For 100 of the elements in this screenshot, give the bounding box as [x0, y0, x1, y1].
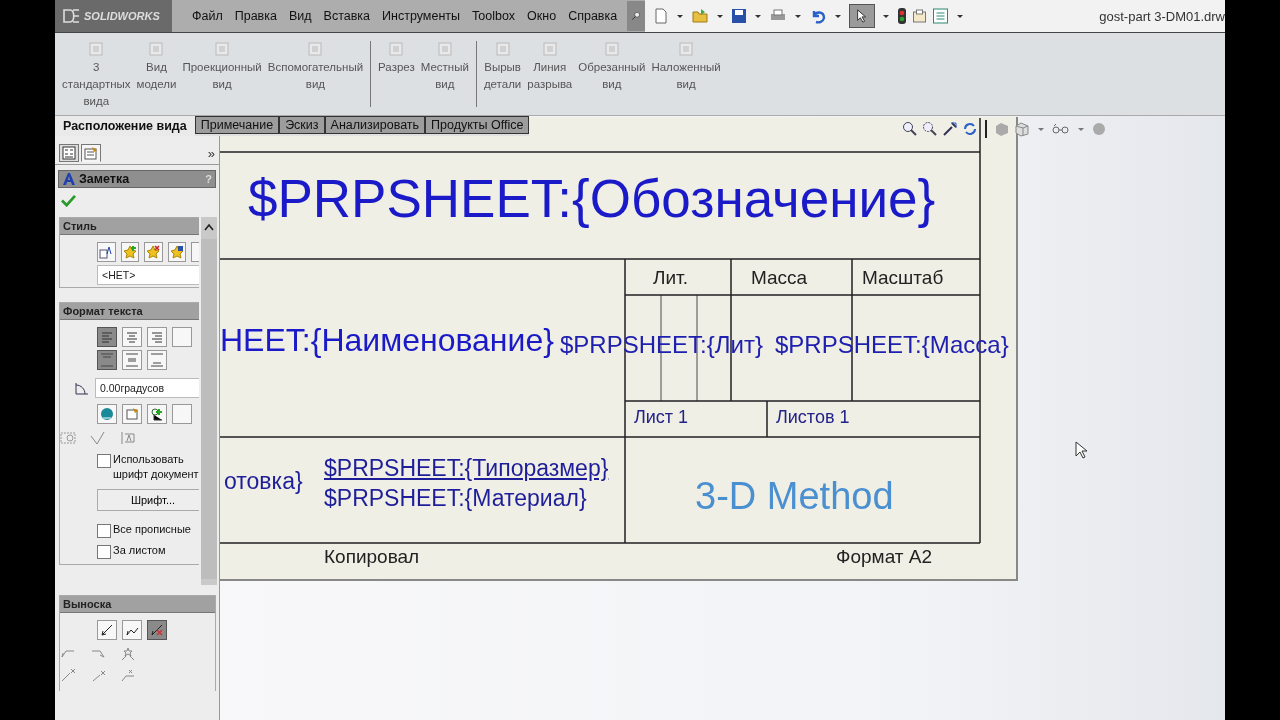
menu-item[interactable]: Вставка [317, 9, 377, 23]
collapse-button[interactable]: » [207, 145, 215, 161]
ribbon-command[interactable]: 3 стандартных вида [59, 41, 134, 110]
glasses-icon[interactable] [1052, 123, 1070, 135]
tab[interactable]: Эскиз [279, 116, 325, 134]
traffic-light-icon[interactable] [897, 7, 907, 25]
select-button[interactable] [849, 4, 875, 28]
size-text[interactable]: $PRPSHEET:{Типоразмер} [324, 457, 609, 480]
title-block-header: Масса [751, 268, 808, 287]
add-style-button[interactable] [120, 242, 140, 262]
dropdown-caret-icon[interactable] [717, 14, 723, 18]
menu-item[interactable]: Правка [228, 9, 283, 23]
ribbon-command[interactable]: Вспомогательный вид [264, 41, 367, 93]
tab[interactable]: Продукты Office [425, 116, 530, 134]
ribbon-command[interactable]: Линия разрыва [524, 41, 576, 93]
ribbon-command[interactable]: Вырыв детали [480, 41, 525, 93]
save-icon[interactable] [731, 8, 747, 24]
ok-check-icon[interactable] [61, 194, 76, 207]
new-document-icon[interactable] [653, 8, 669, 24]
hyperlink-button[interactable] [97, 404, 117, 424]
view-icon [494, 41, 511, 57]
frame-icon[interactable] [60, 431, 76, 445]
delete-style-button[interactable] [144, 242, 163, 262]
list-icon[interactable] [932, 8, 949, 24]
options-icon[interactable] [911, 8, 928, 24]
checkbox[interactable] [97, 545, 111, 559]
dropdown-caret-icon[interactable] [677, 14, 683, 18]
save-style-button[interactable] [167, 242, 187, 262]
ribbon-command[interactable]: Наложенный вид [648, 41, 724, 93]
checkmark-symbol-icon[interactable] [90, 431, 106, 445]
pin-icon[interactable] [627, 1, 645, 31]
style-field[interactable]: <НЕТ> [97, 265, 199, 285]
previous-view-icon[interactable] [942, 121, 958, 137]
tree-icon [62, 146, 76, 160]
leader-x-icon[interactable] [90, 668, 106, 682]
dropdown-caret-icon[interactable] [795, 14, 801, 18]
sheet-text[interactable]: Лист 1 [634, 408, 689, 426]
panel-title: Заметка [79, 172, 130, 186]
tab[interactable]: Анализировать [324, 116, 426, 134]
material-text[interactable]: $PRPSHEET:{Материал} [324, 487, 587, 510]
blank-text[interactable]: отовка} [224, 470, 303, 493]
group-header[interactable]: Выноска [60, 596, 215, 613]
dropdown-caret-icon[interactable] [835, 14, 841, 18]
vertical-align-button[interactable] [122, 350, 142, 370]
align-button[interactable] [97, 327, 117, 347]
apply-style-button[interactable] [97, 242, 116, 262]
sheets-text[interactable]: Листов 1 [776, 408, 850, 426]
vertical-align-button[interactable] [147, 350, 167, 370]
align-button[interactable] [172, 327, 192, 347]
ds-logo-icon [61, 8, 81, 24]
menu-item[interactable]: Файл [186, 9, 229, 23]
menu-item[interactable]: Окно [521, 9, 563, 23]
leader-button[interactable] [97, 620, 117, 640]
checkbox[interactable] [97, 524, 111, 538]
stamp-button[interactable] [172, 404, 192, 424]
tab[interactable]: Примечание [194, 116, 280, 134]
rotate-icon[interactable] [962, 121, 978, 137]
tab[interactable]: Расположение вида [55, 116, 195, 136]
view-icon [388, 41, 405, 57]
dropdown-caret-icon[interactable] [957, 14, 963, 18]
leader-x-icon[interactable] [120, 668, 136, 682]
leader-star-icon[interactable] [120, 647, 136, 661]
sphere-icon[interactable] [1092, 122, 1106, 136]
align-button[interactable] [122, 327, 142, 347]
zoom-area-icon[interactable] [922, 121, 938, 137]
ribbon-command[interactable]: Вид модели [133, 41, 180, 93]
group-header[interactable]: Формат текста [60, 303, 199, 320]
menu-item[interactable]: Справка [562, 9, 624, 23]
menu-item[interactable]: Вид [282, 9, 318, 23]
vertical-align-button[interactable] [97, 350, 117, 370]
view-icon [214, 41, 231, 57]
ribbon-command[interactable]: Проекционный вид [179, 41, 265, 93]
view-icon [603, 41, 620, 57]
link-property-button[interactable] [122, 404, 142, 424]
text-box-icon[interactable] [120, 431, 136, 445]
ribbon-command[interactable]: Разрез [375, 41, 418, 76]
property-manager-tab[interactable] [81, 144, 101, 162]
folder-icon[interactable] [691, 8, 709, 24]
ribbon-command[interactable]: Обрезанный вид [575, 41, 649, 93]
symbol-button[interactable] [147, 404, 167, 424]
angle-field[interactable]: 0.00градусов [95, 378, 199, 398]
name-text[interactable]: HEET:{Наименование} [220, 324, 554, 356]
scroll-up-icon[interactable] [204, 223, 214, 231]
align-button[interactable] [147, 327, 167, 347]
menu-item[interactable]: Toolbox [466, 9, 522, 23]
font-button[interactable]: Шрифт... [97, 489, 199, 511]
checkbox-label: За листом [113, 543, 167, 558]
menu-item[interactable]: Инструменты [376, 9, 466, 23]
dropdown-caret-icon[interactable] [883, 14, 889, 18]
scrollbar[interactable] [201, 217, 217, 585]
checkbox[interactable] [97, 454, 111, 468]
leader-x-icon[interactable] [60, 668, 76, 682]
feature-tree-tab[interactable] [59, 144, 79, 162]
dropdown-caret-icon[interactable] [755, 14, 761, 18]
display-style-icon[interactable] [994, 121, 1010, 137]
group-header[interactable]: Стиль [60, 218, 199, 235]
zoom-fit-icon[interactable] [902, 121, 918, 137]
cube-icon[interactable] [1014, 121, 1030, 137]
leader-button[interactable] [122, 620, 142, 640]
ribbon-command[interactable]: Местный вид [417, 41, 472, 93]
